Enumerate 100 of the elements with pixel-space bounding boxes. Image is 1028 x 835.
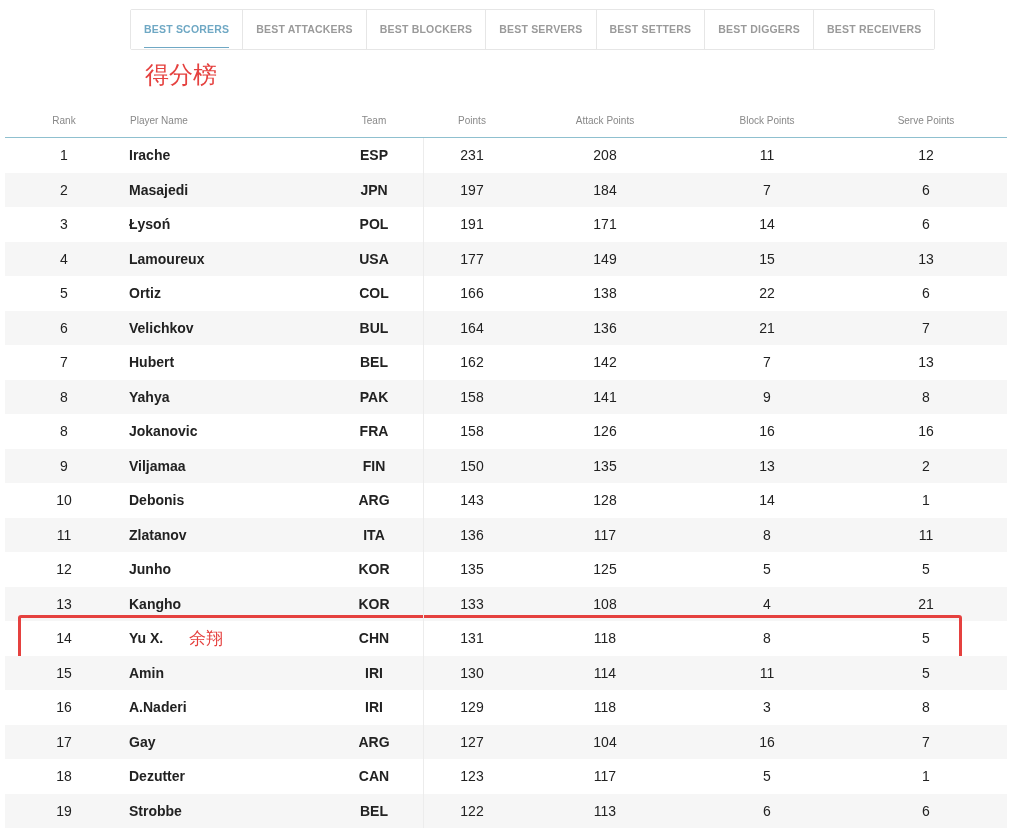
points-cell: 133 — [460, 595, 484, 612]
serve-points-cell: 13 — [918, 250, 934, 267]
player-name: Yahya — [129, 388, 170, 405]
attack-points-cell: 104 — [593, 733, 617, 750]
block-points-cell: 21 — [759, 319, 775, 336]
serve-points-cell: 7 — [922, 319, 930, 336]
points-cell: 123 — [460, 768, 484, 785]
rank-cell: 5 — [60, 285, 68, 302]
points-cell: 191 — [460, 216, 484, 233]
column-header: Attack Points — [574, 114, 636, 126]
column-header: Block Points — [738, 114, 796, 126]
points-cell: 130 — [460, 664, 484, 681]
team-code: BEL — [360, 354, 388, 371]
serve-points-cell: 6 — [922, 181, 930, 198]
rank-cell: 17 — [56, 733, 72, 750]
attack-points-cell: 126 — [593, 423, 617, 440]
block-points-cell: 7 — [763, 181, 771, 198]
player-name: Viljamaa — [129, 457, 186, 474]
block-points-cell: 14 — [759, 216, 775, 233]
rank-cell: 16 — [56, 699, 72, 716]
attack-points-cell: 125 — [593, 561, 617, 578]
tab[interactable]: BEST RECEIVERS — [813, 10, 935, 49]
team-code: FIN — [362, 457, 386, 474]
block-points-cell: 8 — [763, 630, 771, 647]
rank-cell: 4 — [60, 250, 68, 267]
attack-points-cell: 118 — [593, 630, 617, 647]
points-cell: 129 — [460, 699, 484, 716]
player-name: Łysoń — [129, 216, 171, 233]
serve-points-cell: 5 — [922, 664, 930, 681]
points-cell: 158 — [460, 423, 484, 440]
rank-cell: 13 — [56, 595, 72, 612]
team-code: CHN — [358, 630, 390, 647]
rank-cell: 11 — [56, 526, 72, 543]
rank-cell: 14 — [56, 630, 72, 647]
rank-cell: 15 — [56, 664, 72, 681]
points-cell: 122 — [460, 802, 484, 819]
attack-points-cell: 142 — [593, 354, 617, 371]
team-code: ESP — [360, 147, 388, 164]
player-name: Lamoureux — [129, 250, 205, 267]
player-name: Strobbe — [129, 802, 182, 819]
serve-points-cell: 6 — [922, 802, 930, 819]
rank-cell: 12 — [56, 561, 72, 578]
serve-points-cell: 2 — [922, 457, 930, 474]
points-cell: 158 — [460, 388, 484, 405]
serve-points-cell: 7 — [922, 733, 930, 750]
block-points-cell: 6 — [763, 802, 771, 819]
rank-cell: 8 — [60, 423, 68, 440]
points-cell: 177 — [460, 250, 484, 267]
serve-points-cell: 5 — [922, 630, 930, 647]
attack-points-cell: 141 — [593, 388, 617, 405]
block-points-cell: 11 — [759, 147, 775, 164]
block-points-cell: 13 — [759, 457, 775, 474]
player-name: Masajedi — [129, 181, 189, 198]
rank-cell: 10 — [56, 492, 72, 509]
points-cell: 131 — [460, 630, 484, 647]
serve-points-cell: 1 — [922, 768, 930, 785]
team-code: CAN — [358, 768, 390, 785]
serve-points-cell: 11 — [918, 526, 934, 543]
block-points-cell: 8 — [763, 526, 771, 543]
points-cell: 162 — [460, 354, 484, 371]
block-points-cell: 7 — [763, 354, 771, 371]
serve-points-cell: 6 — [922, 216, 930, 233]
rank-cell: 1 — [60, 147, 68, 164]
block-points-cell: 16 — [759, 423, 775, 440]
rank-cell: 8 — [60, 388, 68, 405]
attack-points-cell: 128 — [593, 492, 617, 509]
team-code: KOR — [358, 595, 390, 612]
attack-points-cell: 118 — [593, 699, 617, 716]
player-name: Yu X. — [129, 630, 164, 647]
points-cell: 150 — [460, 457, 484, 474]
team-code: ARG — [358, 733, 390, 750]
rank-cell: 9 — [60, 457, 68, 474]
column-header: Serve Points — [896, 114, 956, 126]
block-points-cell: 16 — [759, 733, 775, 750]
team-code: JPN — [360, 181, 388, 198]
serve-points-cell: 16 — [918, 423, 934, 440]
rank-cell: 19 — [56, 802, 72, 819]
attack-points-cell: 114 — [593, 664, 617, 681]
points-cell: 136 — [460, 526, 484, 543]
points-cell: 164 — [460, 319, 484, 336]
attack-points-cell: 117 — [593, 526, 617, 543]
rank-cell: 18 — [56, 768, 72, 785]
rank-cell: 2 — [60, 181, 68, 198]
column-header: Rank — [51, 114, 77, 126]
serve-points-cell: 6 — [922, 285, 930, 302]
block-points-cell: 11 — [759, 664, 775, 681]
block-points-cell: 14 — [759, 492, 775, 509]
block-points-cell: 4 — [763, 595, 771, 612]
team-code: PAK — [359, 388, 389, 405]
block-points-cell: 15 — [759, 250, 775, 267]
attack-points-cell: 138 — [593, 285, 617, 302]
serve-points-cell: 21 — [918, 595, 934, 612]
annotation-heading: 得分榜 — [145, 60, 218, 90]
team-code: COL — [359, 285, 389, 302]
block-points-cell: 5 — [763, 561, 771, 578]
player-name: Gay — [129, 733, 156, 750]
rank-cell: 3 — [60, 216, 68, 233]
team-code: POL — [359, 216, 389, 233]
player-name: Amin — [129, 664, 164, 681]
team-code: BUL — [359, 319, 389, 336]
